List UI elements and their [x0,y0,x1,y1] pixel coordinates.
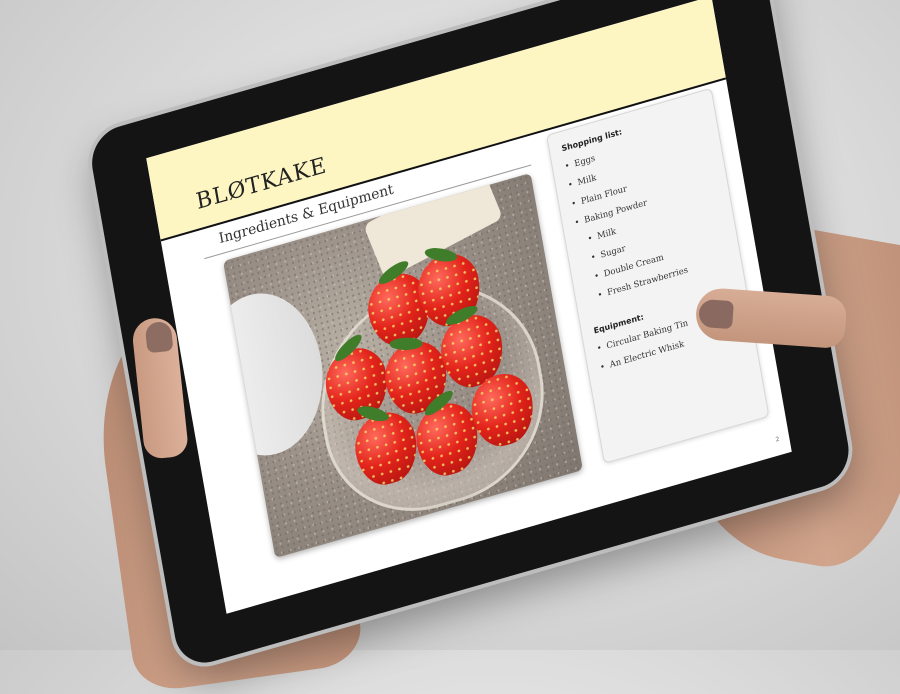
photo-scene: BLØTKAKE Ingredients & Equipment Shoppin… [0,0,900,694]
shopping-panel: Shopping list: Eggs Milk Plain Flour Bak… [546,87,770,464]
shopping-list: Eggs Milk Plain Flour Baking Powder Milk… [564,134,690,313]
page-number: 2 [775,435,781,444]
tablet: BLØTKAKE Ingredients & Equipment Shoppin… [86,0,854,671]
right-fingernail [698,298,734,330]
